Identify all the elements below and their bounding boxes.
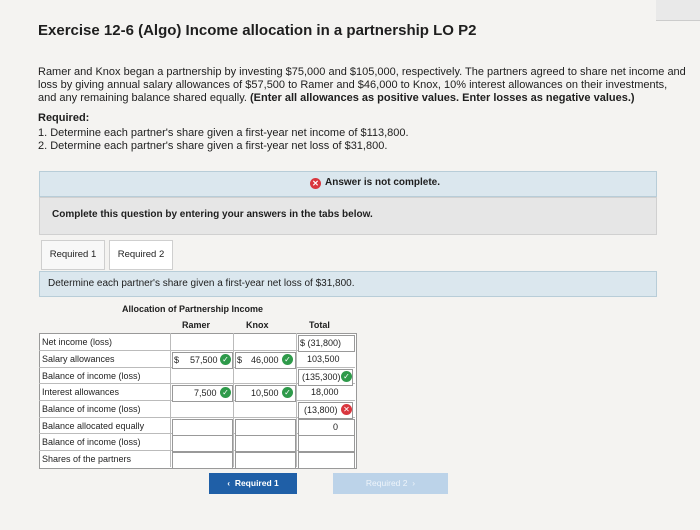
required-item-2: 2. Determine each partner's share given … bbox=[38, 140, 388, 152]
knox-allocated-input[interactable] bbox=[235, 419, 296, 436]
x-icon: ✕ bbox=[341, 404, 352, 415]
knox-balance-3-input[interactable] bbox=[235, 435, 296, 452]
row-label-salary: Salary allowances bbox=[42, 354, 115, 364]
status-text: Answer is not complete. bbox=[325, 177, 441, 188]
required-heading: Required: bbox=[38, 112, 90, 124]
check-icon: ✓ bbox=[282, 354, 293, 365]
chevron-left-icon: ‹ bbox=[227, 478, 231, 488]
row-label-allocated-equally: Balance allocated equally bbox=[42, 421, 145, 431]
knox-shares-input[interactable] bbox=[235, 452, 296, 469]
ramer-balance-3-input[interactable] bbox=[172, 435, 233, 452]
ramer-shares-input[interactable] bbox=[172, 452, 233, 469]
tab-required-2[interactable]: Required 2 bbox=[109, 240, 173, 270]
question-bar: Determine each partner's share given a f… bbox=[39, 271, 657, 297]
total-net-income-input[interactable]: $ (31,800) bbox=[298, 335, 355, 352]
row-label-balance-2: Balance of income (loss) bbox=[42, 404, 141, 414]
row-label-net-income: Net income (loss) bbox=[42, 337, 113, 347]
next-button[interactable]: Required 2 › bbox=[333, 473, 448, 494]
total-shares-input[interactable] bbox=[298, 452, 355, 469]
required-item-1: 1. Determine each partner's share given … bbox=[38, 127, 409, 139]
page-title: Exercise 12-6 (Algo) Income allocation i… bbox=[38, 22, 477, 39]
check-icon: ✓ bbox=[341, 371, 352, 382]
check-icon: ✓ bbox=[220, 387, 231, 398]
total-salary-value: 103,500 bbox=[307, 354, 340, 364]
column-ramer: Ramer bbox=[182, 320, 211, 330]
answer-status-bar: ✕ Answer is not complete. bbox=[39, 171, 657, 197]
total-interest-value: 18,000 bbox=[311, 387, 339, 397]
check-icon: ✓ bbox=[282, 387, 293, 398]
x-icon: ✕ bbox=[310, 178, 321, 189]
chevron-right-icon: › bbox=[412, 478, 416, 488]
total-allocated-input[interactable]: 0 bbox=[298, 419, 355, 436]
tab-required-1[interactable]: Required 1 bbox=[41, 240, 105, 270]
column-total: Total bbox=[309, 320, 330, 330]
row-label-balance-3: Balance of income (loss) bbox=[42, 437, 141, 447]
row-label-shares: Shares of the partners bbox=[42, 454, 132, 464]
question-text: Determine each partner's share given a f… bbox=[48, 278, 355, 289]
table-title: Allocation of Partnership Income bbox=[122, 304, 264, 314]
instruction-bar: Complete this question by entering your … bbox=[39, 197, 657, 235]
ramer-allocated-input[interactable] bbox=[172, 419, 233, 436]
instruction-text: Complete this question by entering your … bbox=[52, 209, 373, 220]
row-label-interest: Interest allowances bbox=[42, 387, 120, 397]
check-icon: ✓ bbox=[220, 354, 231, 365]
problem-intro: Ramer and Knox began a partnership by in… bbox=[38, 66, 688, 105]
column-knox: Knox bbox=[246, 320, 269, 330]
total-balance-3-input[interactable] bbox=[298, 435, 355, 452]
row-label-balance-1: Balance of income (loss) bbox=[42, 371, 141, 381]
intro-instructions: (Enter all allowances as positive values… bbox=[250, 92, 635, 104]
corner-icon bbox=[656, 0, 700, 21]
prev-button[interactable]: ‹ Required 1 bbox=[209, 473, 297, 494]
